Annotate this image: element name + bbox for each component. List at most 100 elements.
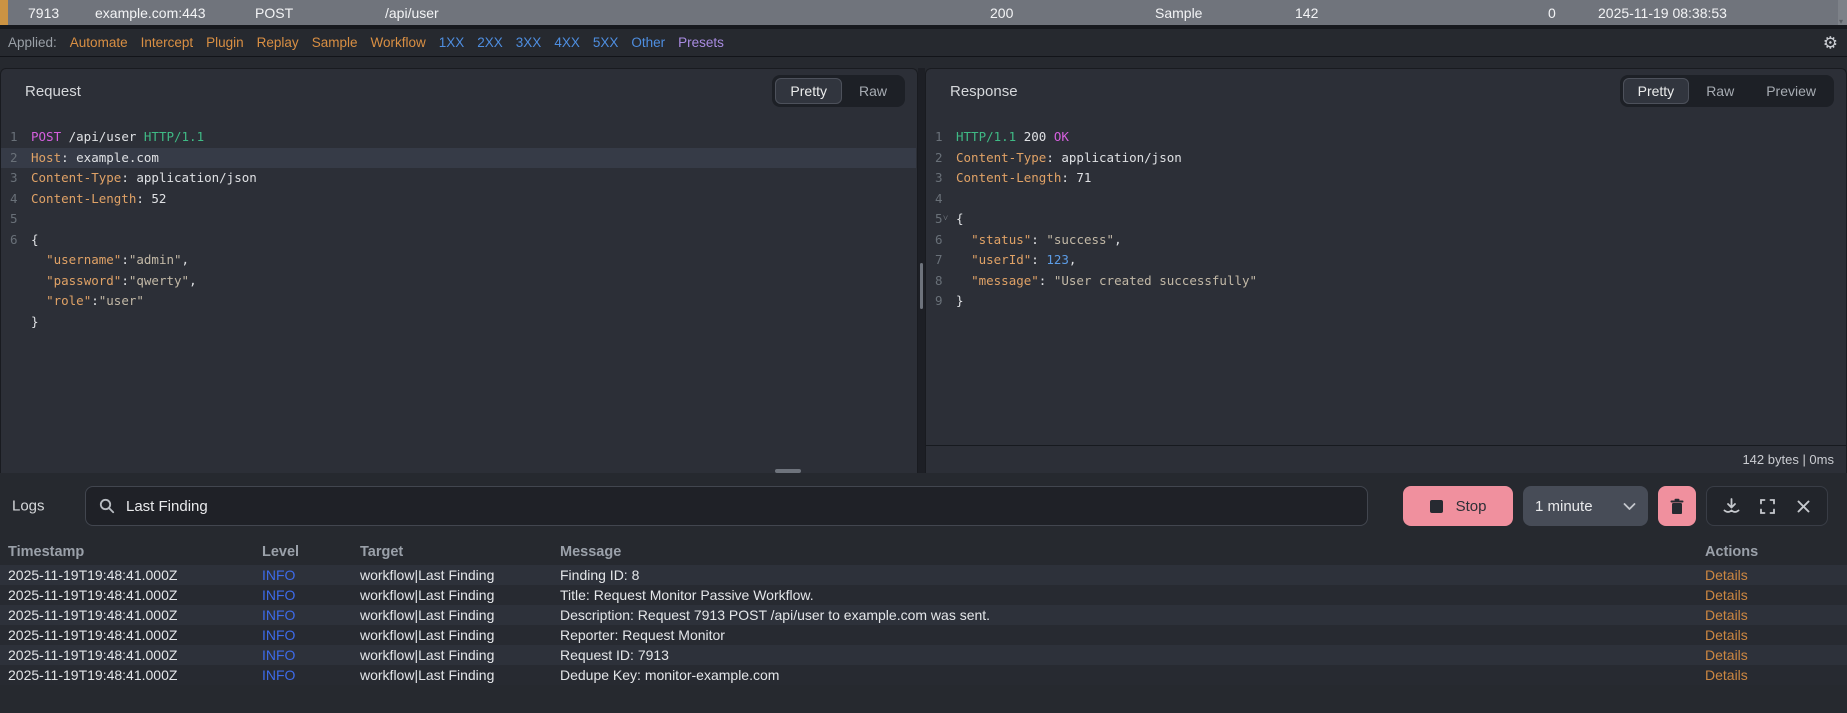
filter-presets[interactable]: Presets [678, 35, 724, 50]
response-view-tabs: Pretty Raw Preview [1619, 75, 1834, 107]
request-panel-title: Request [25, 82, 81, 100]
line-number: 4 [935, 190, 943, 206]
code-line: } [31, 313, 39, 329]
details-link[interactable]: Details [1697, 627, 1847, 643]
stop-icon [1429, 499, 1443, 513]
code-line: 3 Content-Type: application/json [1, 168, 916, 189]
details-link[interactable]: Details [1697, 607, 1847, 623]
log-row[interactable]: 2025-11-19T19:48:41.000Z INFO workflow|Las… [0, 645, 1847, 665]
split-drag-handle[interactable] [920, 263, 923, 309]
response-tab-preview[interactable]: Preview [1751, 78, 1831, 104]
log-cell-target: workflow|Last Finding [360, 667, 495, 683]
log-row[interactable]: 2025-11-19T19:48:41.000Z INFO workflow|Las… [0, 585, 1847, 605]
request-status-cell: 200 [990, 4, 1014, 21]
request-editor[interactable]: 1 POST /api/user HTTP/1.1 2 Host: example.c… [1, 121, 916, 473]
details-link[interactable]: Details [1697, 667, 1847, 683]
details-link[interactable]: Details [1697, 587, 1847, 603]
logs-header-target: Target [360, 544, 404, 560]
http-panes: Request Pretty Raw 1 POST /api/user HTTP/1… [0, 58, 1847, 473]
log-cell-timestamp: 2025-11-19T19:48:41.000Z [8, 647, 178, 663]
code-line: 9} [926, 291, 1845, 312]
log-row[interactable]: 2025-11-19T19:48:41.000Z INFO workflow|Las… [0, 605, 1847, 625]
filter-5xx[interactable]: 5XX [593, 35, 619, 50]
request-view-tabs: Pretty Raw [772, 75, 905, 107]
code-line: 4 Content-Length: 52 [1, 189, 916, 210]
response-editor[interactable]: 1 HTTP/1.1 200 OK 2 Content-Type: applicati… [926, 121, 1845, 445]
filter-sample[interactable]: Sample [312, 35, 358, 50]
response-tab-raw[interactable]: Raw [1691, 78, 1749, 104]
code-line: 3 Content-Length: 71 [926, 168, 1845, 189]
logs-table: Timestamp Level Target Message Actions 2025-… [0, 539, 1847, 685]
panel-split-divider[interactable] [918, 68, 925, 473]
details-link[interactable]: Details [1697, 647, 1847, 663]
request-tab-pretty[interactable]: Pretty [775, 78, 842, 104]
logs-header-level: Level [262, 544, 300, 560]
filter-replay[interactable]: Replay [257, 35, 299, 50]
code-line: 7 "userId": 123, [926, 250, 1845, 271]
table-scrollbar[interactable]: ▾ [1838, 0, 1847, 26]
filter-plugin[interactable]: Plugin [206, 35, 244, 50]
filter-workflow[interactable]: Workflow [370, 35, 425, 50]
request-path-cell: /api/user [385, 4, 439, 21]
line-number: 1 [935, 129, 943, 144]
response-panel-header: Response Pretty Raw Preview [926, 69, 1846, 113]
selected-request-row[interactable]: 7913 example.com:443 POST /api/user 200 … [0, 0, 1847, 26]
filter-list: Automate Intercept Plugin Replay Sample Workf… [70, 35, 724, 50]
request-extra-cell: 0 [1548, 4, 1556, 21]
line-number: 3 [935, 170, 943, 185]
stop-button-label: Stop [1455, 497, 1487, 515]
request-source-cell: Sample [1155, 4, 1203, 21]
log-cell-target: workflow|Last Finding [360, 647, 495, 663]
logs-table-body: 2025-11-19T19:48:41.000Z INFO workflow|Las… [0, 565, 1847, 685]
code-line: "username":"admin", [46, 252, 190, 267]
logs-title: Logs [12, 497, 45, 515]
logs-search-input[interactable] [126, 497, 1354, 515]
log-row[interactable]: 2025-11-19T19:48:41.000Z INFO workflow|Las… [0, 565, 1847, 585]
gear-icon[interactable]: ⚙ [1823, 34, 1838, 51]
details-link[interactable]: Details [1697, 567, 1847, 583]
code-line: 2 Host: example.com [1, 147, 916, 168]
close-icon[interactable] [1791, 494, 1815, 518]
row-selection-accent [0, 0, 8, 25]
download-icon[interactable] [1719, 494, 1743, 518]
clear-logs-button[interactable] [1658, 486, 1696, 526]
log-row[interactable]: 2025-11-19T19:48:41.000Z INFO workflow|Las… [0, 665, 1847, 685]
fold-chevron-icon[interactable]: ˅ [943, 209, 948, 230]
filter-2xx[interactable]: 2XX [477, 35, 503, 50]
logs-search-box[interactable] [85, 486, 1368, 526]
code-line: 8 "message": "User created successfully" [926, 271, 1845, 292]
request-tab-raw[interactable]: Raw [844, 78, 902, 104]
fullscreen-icon[interactable] [1755, 494, 1779, 518]
filter-4xx[interactable]: 4XX [554, 35, 580, 50]
logs-header-actions: Actions [1705, 544, 1759, 560]
horizontal-split-handle[interactable] [775, 469, 801, 473]
stop-button[interactable]: Stop [1403, 486, 1513, 526]
request-panel: Request Pretty Raw 1 POST /api/user HTTP/1… [0, 68, 918, 473]
code-line: 4 [926, 189, 1845, 210]
logs-section: Logs Stop 1 minute [0, 473, 1847, 713]
filter-other[interactable]: Other [631, 35, 665, 50]
log-cell-message: Reporter: Request Monitor [560, 627, 725, 643]
code-line: 6 "status": "success", [926, 230, 1845, 251]
line-number: 5 [10, 211, 18, 226]
response-tab-pretty[interactable]: Pretty [1622, 78, 1690, 104]
filter-intercept[interactable]: Intercept [141, 35, 194, 50]
log-cell-message: Request ID: 7913 [560, 647, 669, 663]
search-icon [99, 498, 115, 514]
line-number: 4 [10, 190, 18, 206]
interval-select-value: 1 minute [1535, 497, 1593, 515]
log-row[interactable]: 2025-11-19T19:48:41.000Z INFO workflow|Las… [0, 625, 1847, 645]
request-panel-header: Request Pretty Raw [1, 69, 917, 113]
line-number: 6 [935, 231, 943, 247]
filter-1xx[interactable]: 1XX [439, 35, 465, 50]
line-number: 3 [10, 170, 18, 185]
log-cell-message: Description: Request 7913 POST /api/user… [560, 607, 991, 623]
log-cell-level: INFO [262, 567, 296, 583]
request-method-cell: POST [255, 4, 294, 21]
log-cell-timestamp: 2025-11-19T19:48:41.000Z [8, 567, 178, 583]
interval-select[interactable]: 1 minute [1523, 486, 1648, 526]
trash-icon [1669, 498, 1685, 515]
filter-3xx[interactable]: 3XX [516, 35, 542, 50]
log-cell-level: INFO [262, 647, 296, 663]
filter-automate[interactable]: Automate [70, 35, 128, 50]
